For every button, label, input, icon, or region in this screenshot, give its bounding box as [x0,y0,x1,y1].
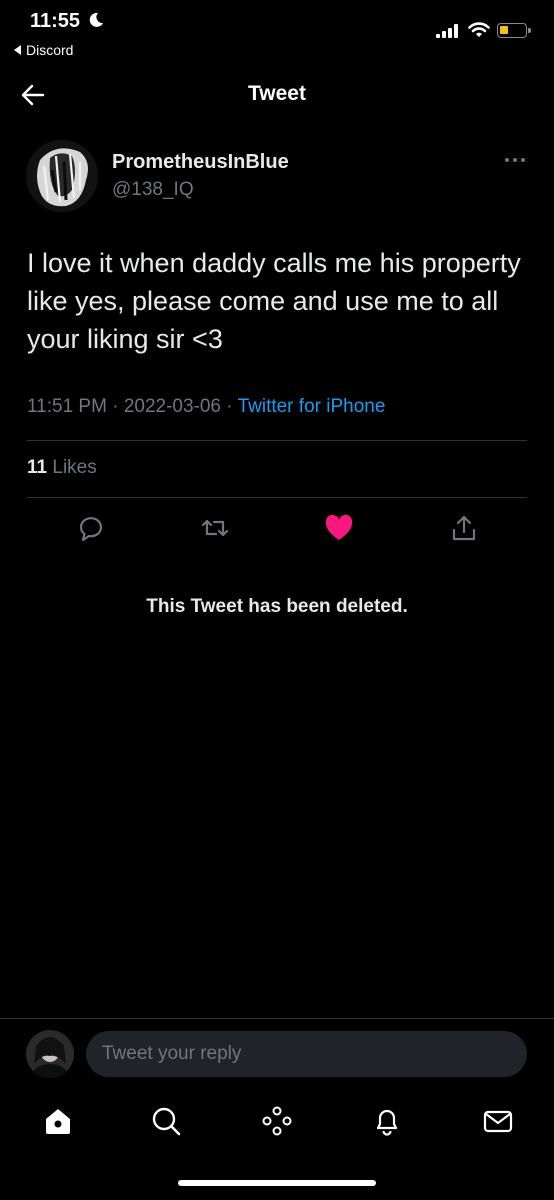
search-icon[interactable] [150,1105,182,1137]
notifications-icon[interactable] [371,1105,403,1137]
deleted-tweet-notice: This Tweet has been deleted. [146,596,408,617]
tweet-time: 11:51 PM [27,396,107,417]
back-app-label: Discord [26,42,74,58]
retweet-icon[interactable] [200,513,230,543]
home-indicator[interactable] [178,1180,376,1186]
tweet-meta: 11:51 PM · 2022-03-06 · Twitter for iPho… [27,396,385,418]
author-display-name[interactable]: PrometheusInBlue [112,151,289,174]
back-to-app-button[interactable]: Discord [14,42,73,58]
user-avatar[interactable] [26,1030,74,1078]
like-icon[interactable] [324,513,354,543]
messages-icon[interactable] [482,1105,514,1137]
wifi-icon [468,22,490,37]
author-avatar[interactable] [26,140,98,212]
likes-number: 11 [27,457,48,478]
tweet-source-link[interactable]: Twitter for iPhone [238,396,386,417]
cellular-signal-icon [436,24,458,38]
home-icon[interactable] [42,1105,74,1137]
moon-icon [89,12,103,27]
more-options-icon[interactable] [503,155,527,165]
status-time: 11:55 [30,10,81,32]
likes-label: Likes [52,457,97,478]
tweet-date: 2022-03-06 [123,396,222,417]
meta-separator: · [106,396,124,417]
author-handle[interactable]: @138_IQ [112,179,194,201]
likes-count-link[interactable]: 11 Likes [27,457,97,479]
battery-icon [497,23,531,38]
tweet-text: I love it when daddy calls me his proper… [27,248,521,354]
spaces-icon[interactable] [261,1105,293,1137]
share-icon[interactable] [449,513,479,543]
reply-input[interactable] [86,1031,527,1077]
meta-separator: · [221,396,238,417]
divider [27,497,527,498]
divider [27,440,527,441]
page-title: Tweet [248,82,306,105]
back-triangle-icon [14,45,21,55]
reply-icon[interactable] [76,513,106,543]
divider [0,1018,554,1019]
